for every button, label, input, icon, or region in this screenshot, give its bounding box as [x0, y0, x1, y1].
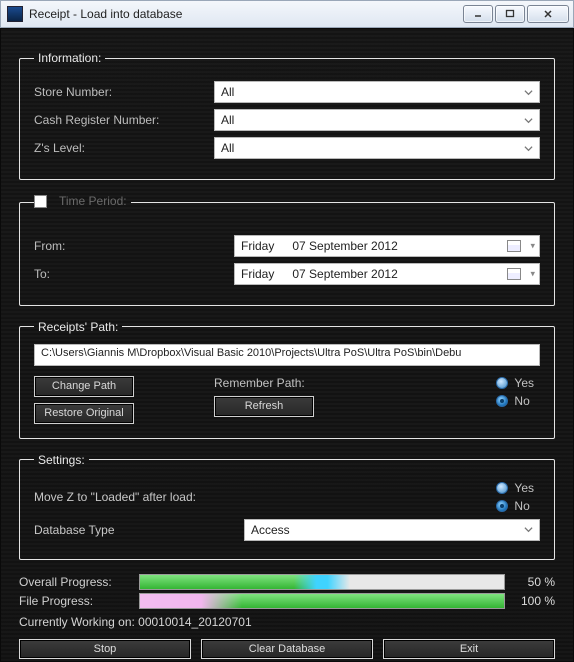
- path-textbox[interactable]: C:\Users\Giannis M\Dropbox\Visual Basic …: [34, 344, 540, 366]
- move-z-no[interactable]: No: [496, 499, 534, 513]
- time-period-legend: Time Period:: [55, 194, 131, 208]
- chevron-down-icon: [521, 113, 535, 127]
- clear-database-button[interactable]: Clear Database: [201, 639, 373, 659]
- progress-section: Overall Progress: 50 % File Progress: 10…: [19, 574, 555, 629]
- radio-icon: [496, 482, 508, 494]
- to-day: Friday: [241, 267, 274, 281]
- file-progress-percent: 100 %: [513, 594, 555, 608]
- minimize-button[interactable]: [463, 5, 493, 23]
- receipts-path-legend: Receipts' Path:: [34, 320, 122, 334]
- settings-legend: Settings:: [34, 453, 89, 467]
- remember-path-label: Remember Path:: [214, 376, 314, 390]
- chevron-down-icon: [521, 85, 535, 99]
- z-level-value: All: [221, 141, 234, 155]
- maximize-button[interactable]: [495, 5, 525, 23]
- remember-path-no[interactable]: No: [496, 394, 534, 408]
- from-date-picker[interactable]: Friday 07 September 2012 ▾: [234, 235, 540, 257]
- file-progress-bar: [139, 593, 505, 609]
- chevron-down-icon: [521, 523, 535, 537]
- no-label: No: [514, 499, 529, 513]
- chevron-down-icon: ▾: [530, 268, 535, 279]
- currently-working-on: Currently Working on: 00010014_20120701: [19, 615, 555, 629]
- yes-label: Yes: [514, 376, 534, 390]
- information-group: Information: Store Number: All Cash Regi…: [19, 51, 555, 180]
- refresh-button[interactable]: Refresh: [214, 396, 314, 417]
- from-label: From:: [34, 239, 234, 253]
- time-period-checkbox[interactable]: [34, 195, 47, 208]
- window-title: Receipt - Load into database: [29, 7, 457, 21]
- to-date-picker[interactable]: Friday 07 September 2012 ▾: [234, 263, 540, 285]
- radio-icon: [496, 500, 508, 512]
- to-label: To:: [34, 267, 234, 281]
- to-date: 07 September 2012: [292, 267, 397, 281]
- radio-icon: [496, 377, 508, 389]
- move-z-yes[interactable]: Yes: [496, 481, 534, 495]
- overall-progress-label: Overall Progress:: [19, 575, 131, 589]
- calendar-icon: [507, 268, 521, 280]
- titlebar[interactable]: Receipt - Load into database: [0, 0, 574, 28]
- overall-progress-percent: 50 %: [513, 575, 555, 589]
- cash-register-label: Cash Register Number:: [34, 113, 214, 127]
- from-day: Friday: [241, 239, 274, 253]
- information-legend: Information:: [34, 51, 105, 65]
- chevron-down-icon: [521, 141, 535, 155]
- client-area: Information: Store Number: All Cash Regi…: [0, 28, 574, 662]
- z-level-combo[interactable]: All: [214, 137, 540, 159]
- move-z-label: Move Z to "Loaded" after load:: [34, 490, 244, 504]
- restore-original-button[interactable]: Restore Original: [34, 403, 134, 424]
- no-label: No: [514, 394, 529, 408]
- footer-buttons: Stop Clear Database Exit: [19, 639, 555, 659]
- chevron-down-icon: ▾: [530, 240, 535, 251]
- from-date: 07 September 2012: [292, 239, 397, 253]
- remember-path-yes[interactable]: Yes: [496, 376, 534, 390]
- cash-register-value: All: [221, 113, 234, 127]
- calendar-icon: [507, 240, 521, 252]
- app-icon: [7, 6, 23, 22]
- cash-register-combo[interactable]: All: [214, 109, 540, 131]
- radio-icon: [496, 395, 508, 407]
- overall-progress-bar: [139, 574, 505, 590]
- time-period-group: Time Period: From: Friday 07 September 2…: [19, 194, 555, 306]
- settings-group: Settings: Move Z to "Loaded" after load:…: [19, 453, 555, 560]
- change-path-button[interactable]: Change Path: [34, 376, 134, 397]
- stop-button[interactable]: Stop: [19, 639, 191, 659]
- database-type-value: Access: [251, 523, 290, 537]
- database-type-combo[interactable]: Access: [244, 519, 540, 541]
- yes-label: Yes: [514, 481, 534, 495]
- database-type-label: Database Type: [34, 523, 244, 537]
- exit-button[interactable]: Exit: [383, 639, 555, 659]
- receipts-path-group: Receipts' Path: C:\Users\Giannis M\Dropb…: [19, 320, 555, 439]
- store-number-label: Store Number:: [34, 85, 214, 99]
- file-progress-label: File Progress:: [19, 594, 131, 608]
- z-level-label: Z's Level:: [34, 141, 214, 155]
- close-button[interactable]: [527, 5, 569, 23]
- store-number-combo[interactable]: All: [214, 81, 540, 103]
- store-number-value: All: [221, 85, 234, 99]
